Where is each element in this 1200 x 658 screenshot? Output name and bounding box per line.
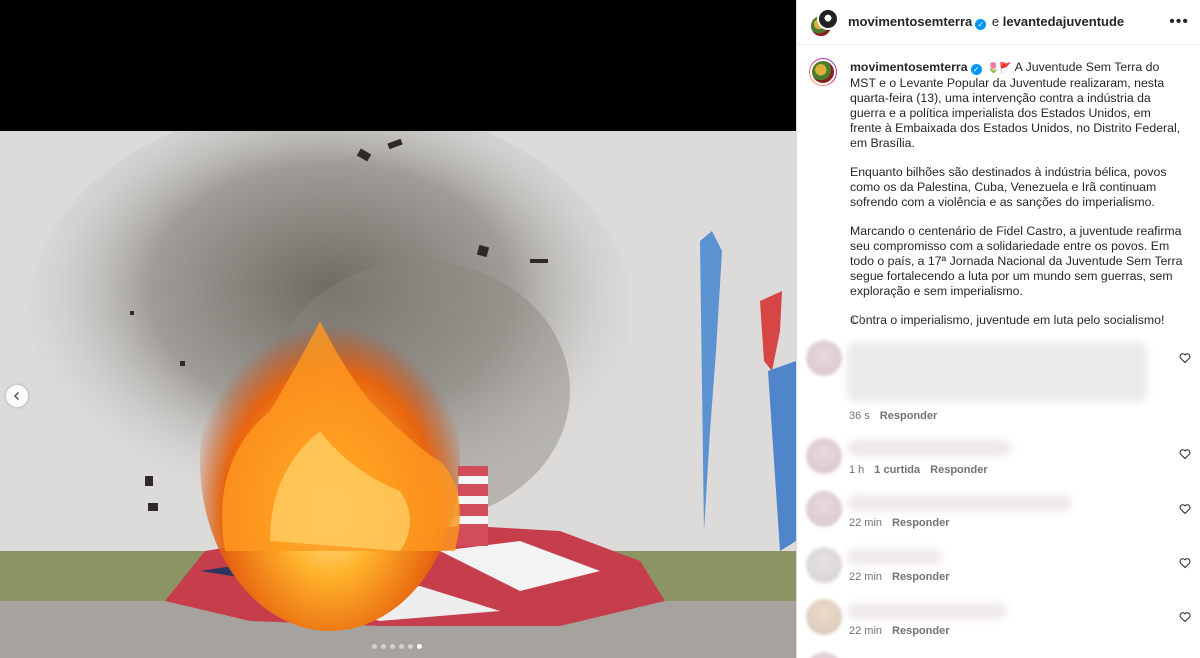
avatar[interactable] xyxy=(806,599,842,635)
avatar[interactable] xyxy=(806,438,842,474)
avatar[interactable] xyxy=(809,58,837,86)
verified-badge-icon: ✓ xyxy=(975,19,987,30)
comment-meta: 22 min Responder xyxy=(849,625,960,637)
comment-meta: 22 min Responder xyxy=(849,517,960,529)
header-usernames: movimentosemterra ✓ e levantedajuventude xyxy=(848,14,1124,30)
collab-joiner: e xyxy=(991,14,1000,29)
collab-avatars[interactable] xyxy=(809,8,839,38)
avatar[interactable] xyxy=(806,491,842,527)
heart-icon[interactable] xyxy=(1179,557,1191,569)
reply-button[interactable]: Responder xyxy=(892,517,949,529)
more-options-button[interactable]: ••• xyxy=(1169,13,1189,31)
heart-icon[interactable] xyxy=(1179,352,1191,364)
carousel-dots xyxy=(372,644,422,649)
comment-text-blurred xyxy=(847,495,1072,511)
post-media xyxy=(0,0,796,658)
collaborator-username-link[interactable]: levantedajuventude xyxy=(1003,14,1124,29)
avatar[interactable] xyxy=(806,652,842,658)
caption-emoji: 🌷🚩 xyxy=(986,63,1012,74)
reply-button[interactable]: Responder xyxy=(880,410,937,422)
comment-time[interactable]: 36 s xyxy=(849,410,870,422)
comment-text-blurred xyxy=(847,440,1012,456)
post-side-panel: movimentosemterra ✓ e levantedajuventude … xyxy=(796,0,1200,658)
comment-time[interactable]: 1 h xyxy=(849,464,864,476)
comment-time[interactable]: 22 min xyxy=(849,571,882,583)
comment-meta: 36 s Responder xyxy=(849,410,947,422)
post-header: movimentosemterra ✓ e levantedajuventude … xyxy=(797,0,1200,45)
carousel-dot xyxy=(399,644,404,649)
comment-likes[interactable]: 1 curtida xyxy=(874,464,920,476)
caption-username-link[interactable]: movimentosemterra xyxy=(850,60,968,74)
caption-paragraph: Contra o imperialismo, juventude em luta… xyxy=(850,313,1165,327)
avatar[interactable] xyxy=(817,8,839,30)
comment-text-blurred xyxy=(847,342,1147,402)
comment-meta: 1 h 1 curtida Responder xyxy=(849,464,998,476)
comment-time[interactable]: 22 min xyxy=(849,517,882,529)
reply-button[interactable]: Responder xyxy=(930,464,987,476)
comment-text-blurred xyxy=(847,549,942,565)
carousel-dot xyxy=(390,644,395,649)
caption-paragraph: Enquanto bilhões são destinados à indúst… xyxy=(850,165,1167,209)
carousel-dot xyxy=(381,644,386,649)
heart-icon[interactable] xyxy=(1179,611,1191,623)
reply-button[interactable]: Responder xyxy=(892,571,949,583)
avatar[interactable] xyxy=(806,547,842,583)
chevron-left-icon xyxy=(13,391,20,401)
comment-meta: 22 min Responder xyxy=(849,571,960,583)
avatar-image xyxy=(810,59,836,85)
comment-time[interactable]: 22 min xyxy=(849,625,882,637)
post-photo xyxy=(0,131,796,658)
reply-button[interactable]: Responder xyxy=(892,625,949,637)
heart-icon[interactable] xyxy=(1179,503,1191,515)
caption-paragraph: Marcando o centenário de Fidel Castro, a… xyxy=(850,224,1183,298)
verified-badge-icon: ✓ xyxy=(970,64,982,75)
carousel-dot xyxy=(372,644,377,649)
comment-text-blurred xyxy=(847,603,1007,619)
carousel-dot xyxy=(408,644,413,649)
heart-icon[interactable] xyxy=(1179,448,1191,460)
author-username-link[interactable]: movimentosemterra xyxy=(848,14,972,29)
carousel-prev-button[interactable] xyxy=(6,385,28,407)
post-caption: movimentosemterra ✓ 🌷🚩 A Juventude Sem Te… xyxy=(850,60,1184,342)
caption-timestamp[interactable]: 1 h xyxy=(850,314,865,326)
avatar[interactable] xyxy=(806,340,842,376)
carousel-dot-active xyxy=(417,644,422,649)
